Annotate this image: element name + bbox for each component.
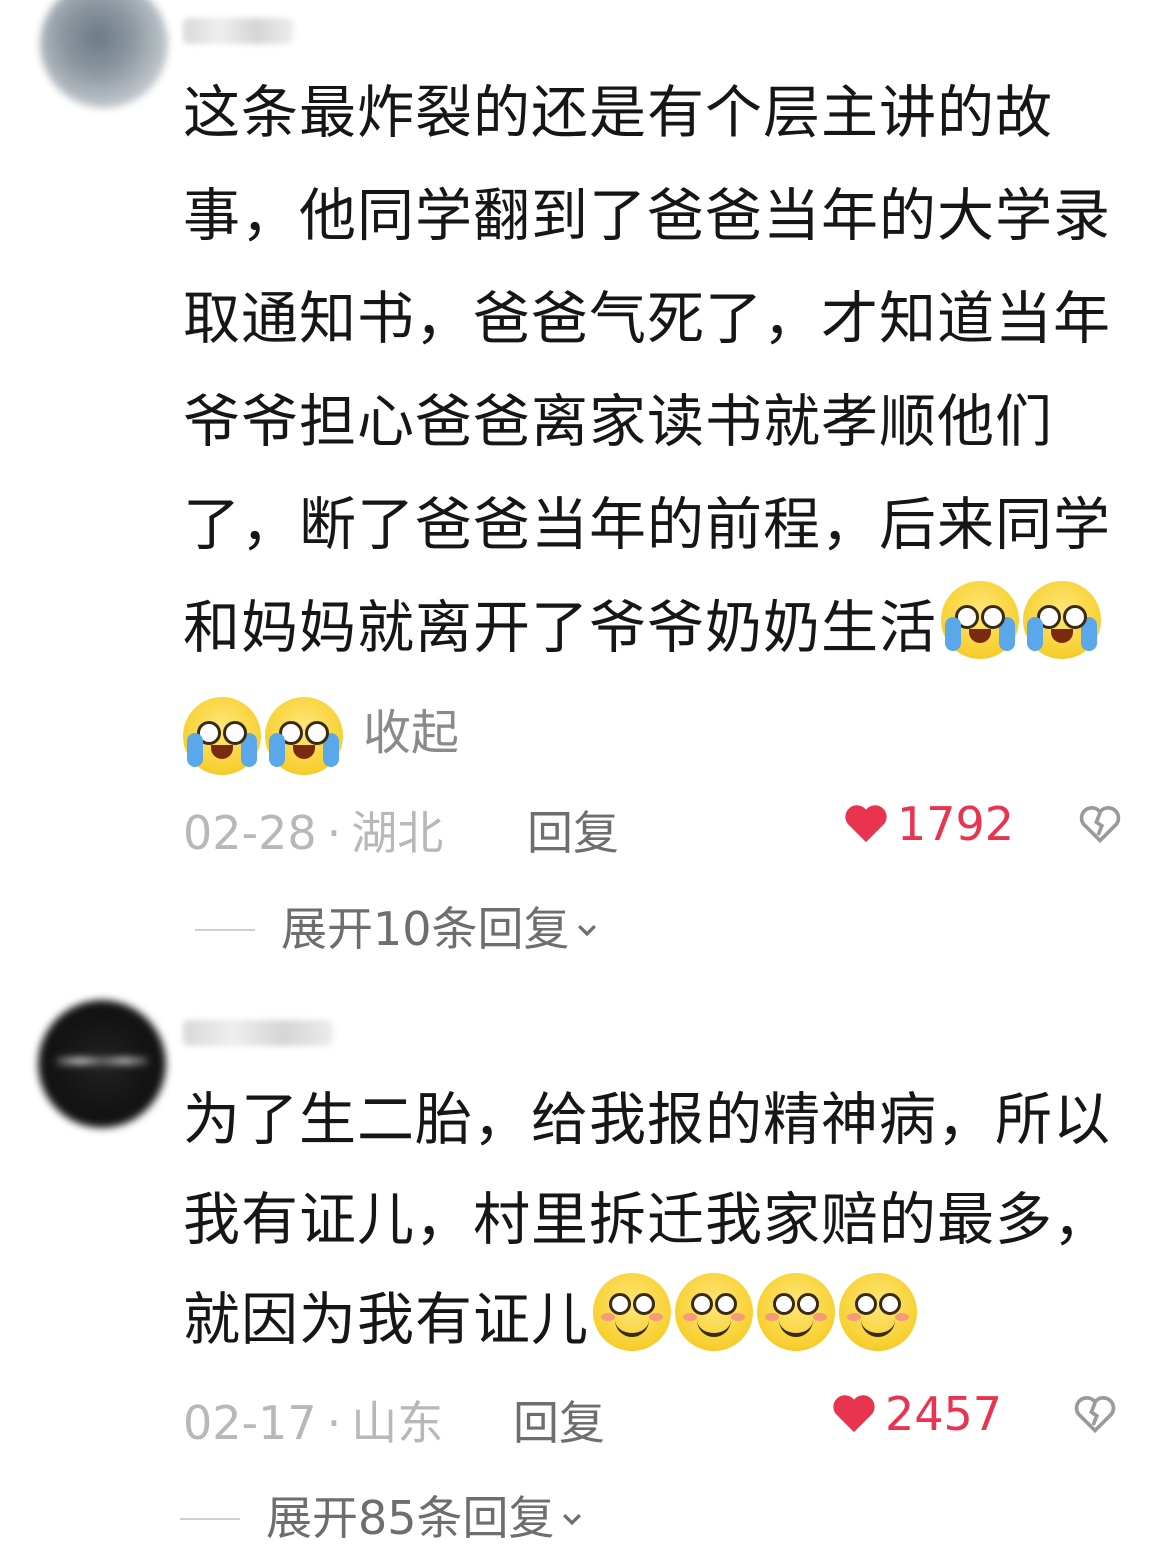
expand-replies[interactable]: 展开10条回复: [195, 893, 600, 956]
meta-separator: ·: [326, 806, 342, 860]
comment-region: 山东: [351, 1396, 444, 1450]
heart-icon: [833, 1395, 875, 1433]
crying-face-icon: [1023, 581, 1101, 659]
like-count: 1792: [897, 797, 1015, 851]
reply-button[interactable]: 回复: [527, 797, 619, 863]
meta-separator: ·: [326, 1396, 342, 1450]
divider: [180, 1518, 240, 1520]
collapse-button[interactable]: 收起: [363, 705, 459, 761]
smiling-face-icon: [675, 1273, 753, 1351]
chevron-down-icon: [577, 924, 596, 937]
like-button[interactable]: 2457: [831, 1387, 1002, 1441]
expand-replies-label: 展开10条回复: [281, 902, 570, 956]
smiling-face-icon: [593, 1273, 671, 1351]
crying-face-icon: [183, 697, 261, 775]
comment-date: 02-17: [183, 1396, 317, 1450]
comment-meta: 02-17 · 山东 回复 2457: [183, 1387, 1143, 1450]
smiling-face-icon: [839, 1273, 917, 1351]
crying-face-icon: [265, 697, 343, 775]
comment-region: 湖北: [351, 806, 444, 860]
reply-button[interactable]: 回复: [513, 1387, 605, 1453]
expand-replies-label: 展开85条回复: [266, 1491, 555, 1545]
comment-text: 这条最炸裂的还是有个层主讲的故事，他同学翻到了爸爸当年的大学录取通知书，爸爸气死…: [183, 62, 1133, 680]
crying-face-icon: [941, 581, 1019, 659]
avatar[interactable]: [40, 0, 168, 108]
comment-body: 这条最炸裂的还是有个层主讲的故事，他同学翻到了爸爸当年的大学录取通知书，爸爸气死…: [183, 80, 1111, 661]
comment-meta: 02-28 · 湖北 回复 1792: [183, 797, 1143, 860]
comment-date: 02-28: [183, 806, 317, 860]
avatar[interactable]: [38, 1000, 166, 1128]
like-count: 2457: [885, 1387, 1003, 1441]
divider: [195, 929, 255, 931]
expand-replies[interactable]: 展开85条回复: [180, 1482, 585, 1545]
broken-heart-icon[interactable]: [1078, 803, 1122, 845]
comment-text: 为了生二胎，给我报的精神病，所以我有证儿，村里拆迁我家赔的最多，就因为我有证儿: [183, 1070, 1133, 1370]
smiling-face-icon: [757, 1273, 835, 1351]
collapse-row: 收起: [183, 693, 459, 783]
broken-heart-icon[interactable]: [1073, 1393, 1117, 1435]
username[interactable]: [183, 18, 293, 44]
like-button[interactable]: 1792: [843, 797, 1014, 851]
heart-icon: [845, 805, 887, 843]
chevron-down-icon: [562, 1513, 581, 1526]
username[interactable]: [183, 1020, 333, 1046]
